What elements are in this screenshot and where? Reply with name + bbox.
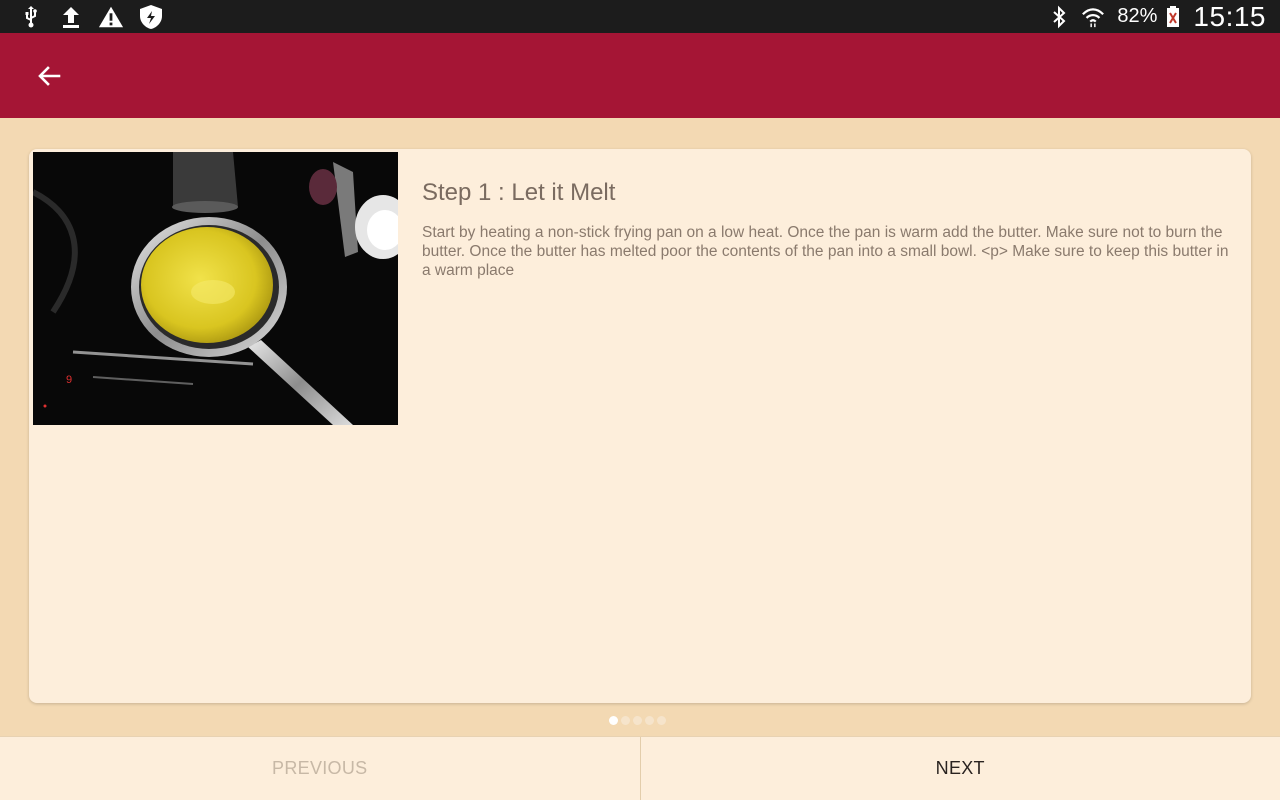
arrow-left-icon [38,66,61,86]
bluetooth-icon [1047,5,1071,29]
shield-icon [138,4,164,30]
back-button[interactable] [28,55,70,97]
page-dot [645,715,654,725]
bottom-navigation: PREVIOUS NEXT [0,736,1280,800]
previous-button[interactable]: PREVIOUS [0,737,641,800]
warning-icon [98,4,124,30]
svg-text:9: 9 [66,374,72,386]
wifi-icon [1081,5,1105,29]
step-title: Step 1 : Let it Melt [422,179,616,206]
status-bar: 82% 15:15 [0,0,1280,33]
battery-icon [1161,5,1185,29]
step-card: 9 Step 1 : Let it Melt Start by heating … [29,149,1251,703]
battery-percent: 82% [1117,5,1158,27]
status-right-icons: 82% 15:15 [1037,1,1266,33]
step-description: Start by heating a non-stick frying pan … [422,224,1229,279]
status-left-icons [18,4,178,30]
page-dot [621,715,630,725]
next-button[interactable]: NEXT [641,737,1280,800]
usb-icon [18,4,44,30]
clock: 15:15 [1193,0,1266,32]
app-bar [0,33,1280,118]
page-indicator [609,715,669,725]
upload-icon [58,4,84,30]
melted-butter-pan-photo: 9 [33,152,398,425]
page-dot [633,715,642,725]
page-dot-active [609,715,618,725]
page-dot [657,715,666,725]
